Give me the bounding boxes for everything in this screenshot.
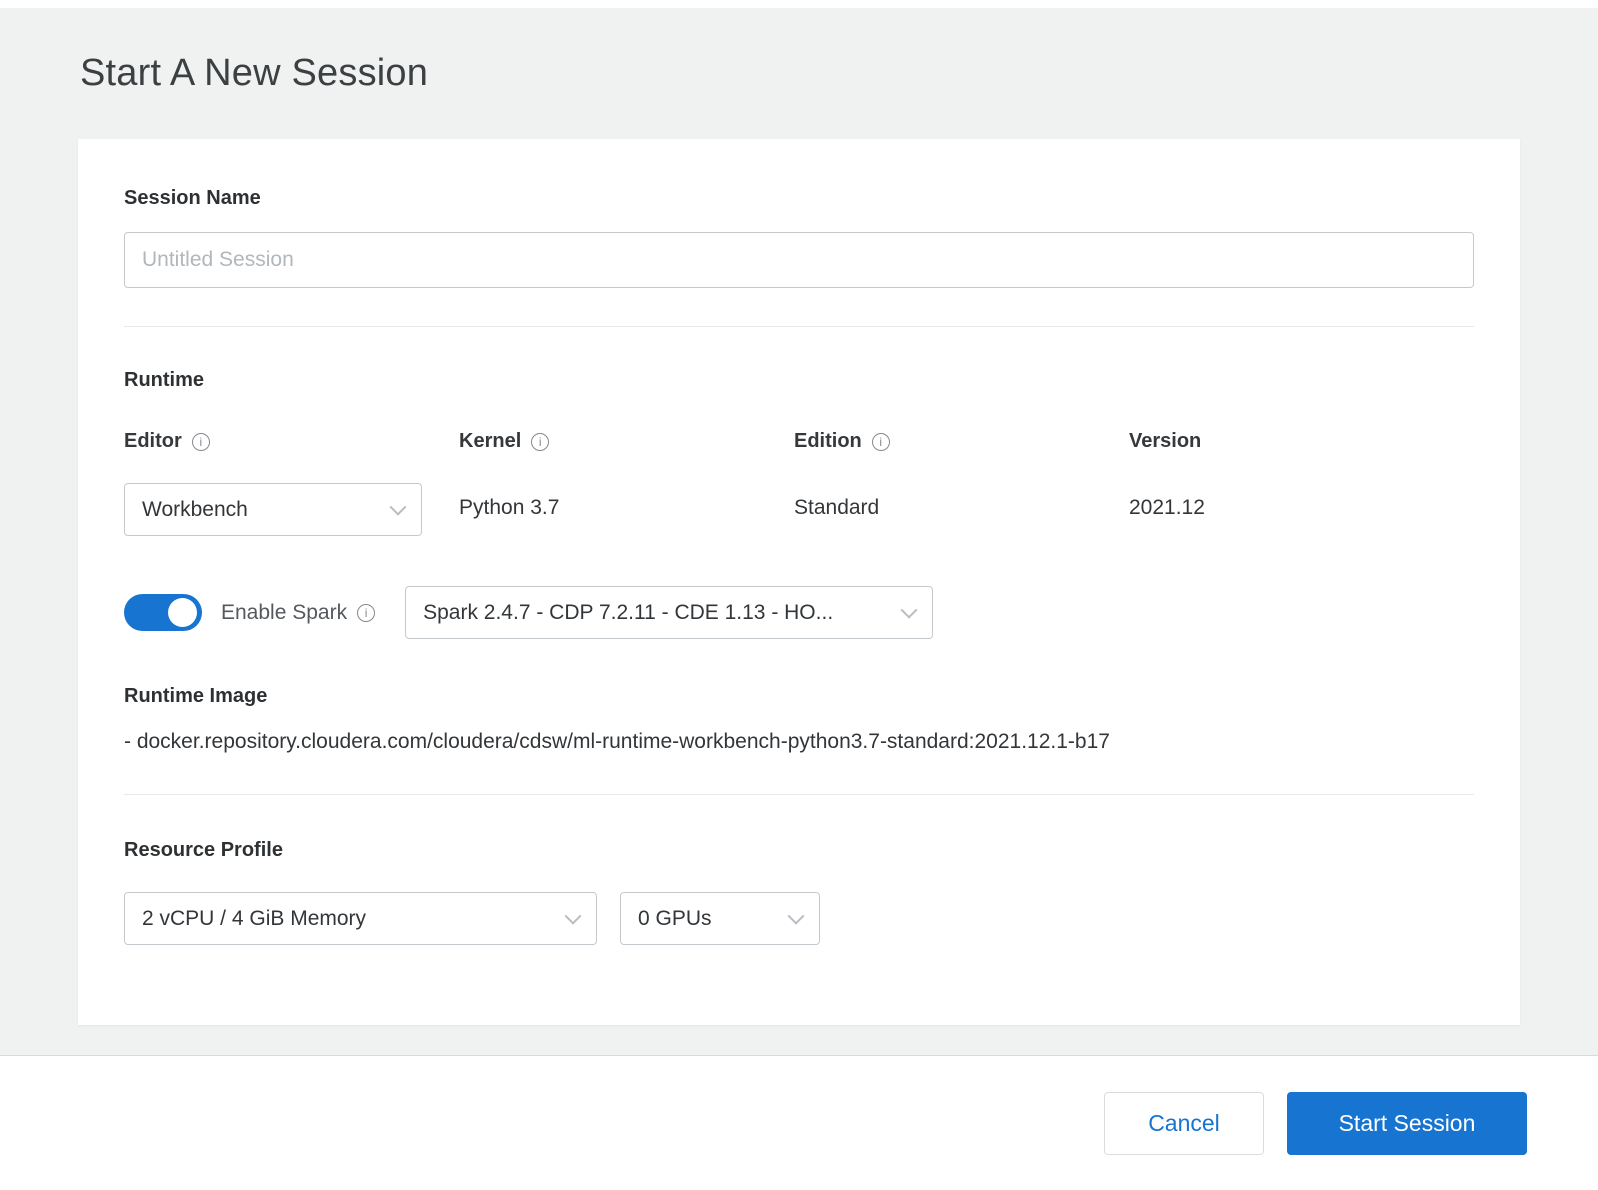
spark-info-icon[interactable]	[357, 603, 376, 622]
version-column: Version 2021.12	[1129, 430, 1464, 536]
gpu-select[interactable]: 0 GPUs	[620, 892, 820, 945]
edition-column: Edition Standard	[794, 430, 1129, 536]
edition-label: Edition	[794, 430, 862, 452]
resource-profile-select[interactable]: 2 vCPU / 4 GiB Memory	[124, 892, 597, 945]
session-form-card: Session Name Runtime Editor Workbench	[78, 139, 1520, 1025]
session-name-input[interactable]	[124, 232, 1474, 288]
chevron-down-icon	[389, 498, 407, 516]
spark-version-value: Spark 2.4.7 - CDP 7.2.11 - CDE 1.13 - HO…	[423, 600, 834, 624]
editor-label: Editor	[124, 430, 182, 452]
editor-select-value: Workbench	[142, 497, 248, 521]
chevron-down-icon	[787, 907, 805, 925]
chevron-down-icon	[564, 907, 582, 925]
resource-profile-heading: Resource Profile	[124, 839, 283, 861]
cancel-button[interactable]: Cancel	[1104, 1091, 1264, 1155]
spark-version-select[interactable]: Spark 2.4.7 - CDP 7.2.11 - CDE 1.13 - HO…	[405, 586, 934, 639]
edition-info-icon[interactable]	[871, 432, 890, 451]
enable-spark-label: Enable Spark	[221, 600, 348, 624]
edition-value: Standard	[794, 496, 880, 519]
chevron-down-icon	[900, 601, 918, 619]
runtime-heading: Runtime	[124, 369, 204, 391]
divider	[124, 326, 1474, 327]
spark-row: Enable Spark Spark 2.4.7 - CDP 7.2.11 - …	[124, 586, 1474, 639]
page-title: Start A New Session	[80, 52, 429, 94]
gpu-select-value: 0 GPUs	[638, 906, 712, 930]
kernel-label: Kernel	[459, 430, 522, 452]
runtime-image-heading: Runtime Image	[124, 685, 268, 707]
main-area: Start A New Session Session Name Runtime…	[0, 8, 1598, 1056]
editor-select[interactable]: Workbench	[124, 483, 422, 536]
start-session-button[interactable]: Start Session	[1287, 1091, 1527, 1155]
session-name-label: Session Name	[124, 187, 261, 209]
editor-info-icon[interactable]	[191, 432, 210, 451]
divider	[124, 794, 1474, 795]
runtime-grid: Editor Workbench Kernel Python 3.7	[124, 430, 1474, 536]
resource-profile-row: 2 vCPU / 4 GiB Memory 0 GPUs	[124, 892, 1474, 945]
kernel-info-icon[interactable]	[531, 432, 550, 451]
enable-spark-toggle[interactable]	[124, 594, 202, 631]
start-session-page: Start A New Session Session Name Runtime…	[0, 0, 1598, 1190]
footer-bar: Cancel Start Session	[0, 1056, 1598, 1190]
kernel-value: Python 3.7	[459, 496, 560, 519]
kernel-column: Kernel Python 3.7	[459, 430, 794, 536]
version-label: Version	[1129, 430, 1202, 452]
runtime-image-value: - docker.repository.cloudera.com/clouder…	[124, 730, 1110, 753]
toggle-knob	[168, 598, 197, 627]
version-value: 2021.12	[1129, 496, 1205, 519]
resource-profile-value: 2 vCPU / 4 GiB Memory	[142, 906, 367, 930]
editor-column: Editor Workbench	[124, 430, 459, 536]
top-strip	[0, 0, 1598, 8]
